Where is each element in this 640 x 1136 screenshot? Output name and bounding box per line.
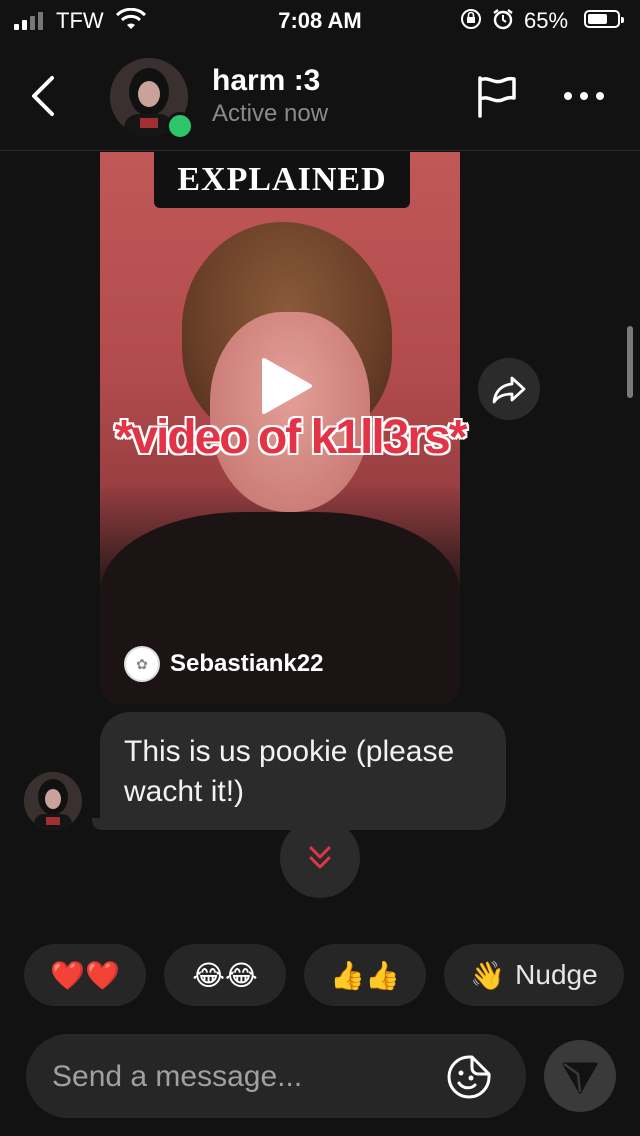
more-icon[interactable] <box>562 88 606 104</box>
chevron-double-down-icon <box>309 846 331 869</box>
back-icon[interactable] <box>26 74 62 118</box>
nudge-label: Nudge <box>515 959 598 990</box>
nudge-button[interactable]: 👋 Nudge <box>444 944 624 1006</box>
status-bar: TFW 7:08 AM 65% <box>0 0 640 40</box>
quick-reaction-laugh[interactable]: 😂😂 <box>164 944 286 1006</box>
author-avatar-icon: ✿ <box>124 646 160 682</box>
wave-icon: 👋 <box>470 959 506 991</box>
send-button[interactable] <box>544 1040 616 1112</box>
play-icon[interactable] <box>258 356 314 416</box>
video-author-name: Sebastiank22 <box>170 650 324 677</box>
flag-icon[interactable] <box>474 74 518 118</box>
alarm-icon <box>493 9 513 30</box>
quick-reaction-hearts[interactable]: ❤️❤️ <box>24 944 146 1006</box>
online-indicator <box>166 112 194 140</box>
battery-percent: 65% <box>524 8 569 33</box>
video-banner: EXPLAINED <box>154 152 410 208</box>
share-icon <box>492 376 526 404</box>
quick-reaction-thumbs-up[interactable]: 👍👍 <box>304 944 426 1006</box>
scroll-indicator <box>627 326 633 398</box>
message-bubble[interactable]: This is us pookie (please wacht it!) <box>100 712 506 830</box>
sticker-icon[interactable] <box>446 1054 492 1100</box>
header-divider <box>0 150 640 151</box>
contact-name[interactable]: harm :3 <box>212 64 320 98</box>
battery-icon <box>584 10 624 28</box>
share-button[interactable] <box>478 358 540 420</box>
message-avatar <box>24 772 82 830</box>
contact-status: Active now <box>212 100 329 127</box>
message-input[interactable] <box>50 1054 434 1100</box>
send-icon <box>562 1062 598 1094</box>
video-author[interactable]: ✿ Sebastiank22 <box>124 646 323 682</box>
rotation-lock-icon <box>461 9 481 29</box>
video-caption-overlay: *video of k1ll3rs* <box>114 411 468 464</box>
scroll-to-bottom-button[interactable] <box>280 818 360 898</box>
